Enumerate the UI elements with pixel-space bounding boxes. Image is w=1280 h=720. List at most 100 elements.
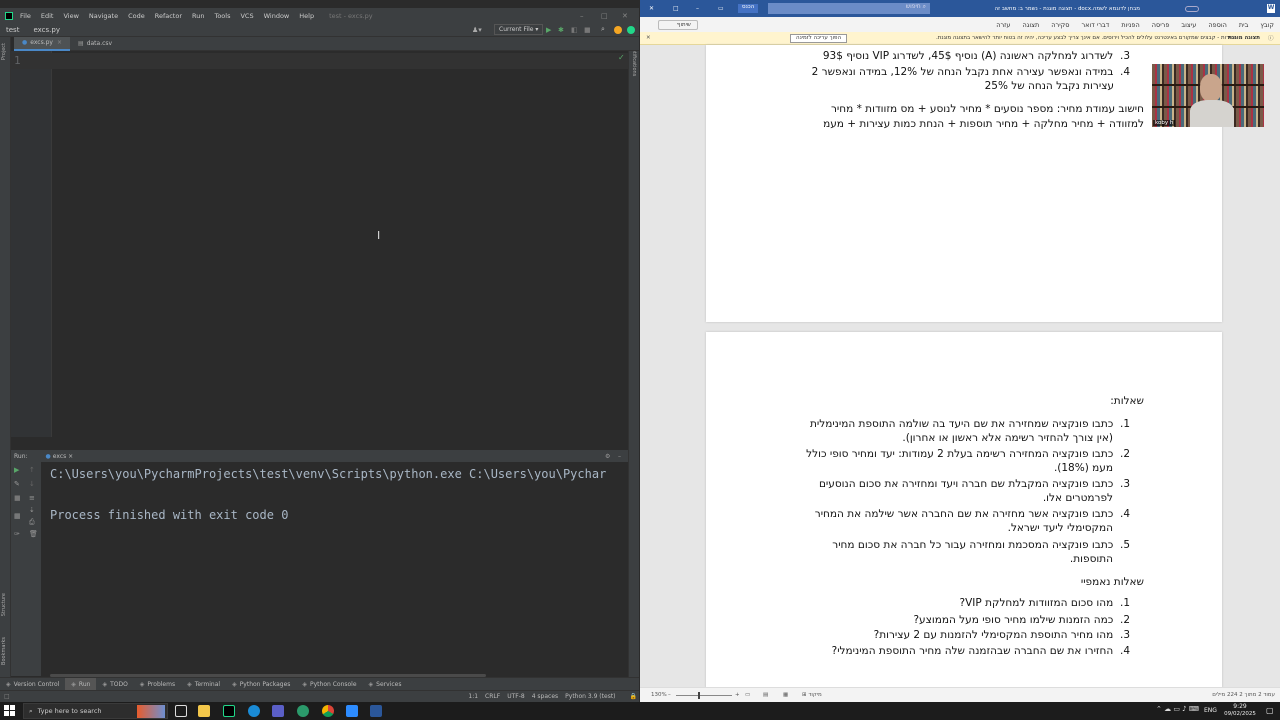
zoom-out-icon[interactable]: – (668, 692, 671, 698)
tool-tab-services[interactable]: ◈ Services (363, 678, 408, 691)
step-up-icon[interactable]: ↑ (29, 466, 35, 474)
lock-icon[interactable]: 🔒 (630, 693, 637, 700)
tool-tab-terminal[interactable]: ◈ Terminal (181, 678, 226, 691)
search-icon[interactable]: ⌕ (601, 25, 605, 34)
structure-tool-tab[interactable]: Structure (1, 593, 7, 616)
run-config-tab[interactable]: ● excs × (46, 453, 74, 460)
menu-file[interactable]: File (17, 12, 34, 20)
ribbon-tab[interactable]: סקירה (1051, 21, 1069, 29)
inspection-ok-icon[interactable]: ✓ (618, 53, 625, 62)
web-layout-icon[interactable]: ▭ (745, 692, 750, 698)
zoom-app-icon[interactable] (346, 705, 358, 717)
ribbon-tab[interactable]: עזרה (996, 21, 1010, 29)
pycharm-taskbar-icon[interactable] (223, 705, 235, 717)
menu-window[interactable]: Window (261, 12, 293, 20)
scroll-end-icon[interactable]: ⇣ (29, 506, 35, 514)
menu-code[interactable]: Code (125, 12, 148, 20)
ribbon-tab[interactable]: הפניות (1121, 21, 1139, 29)
rerun-icon[interactable]: ▶ (14, 466, 19, 474)
updates-icon[interactable] (614, 25, 622, 34)
layout-icon[interactable]: ▦ (14, 512, 21, 520)
system-tray-icons[interactable]: ⌃ ☁ ▭ ♪ ⌨ (1156, 705, 1199, 713)
tool-tab-todo[interactable]: ◈ TODO (96, 678, 133, 691)
status-left-icon[interactable]: □ (4, 693, 10, 700)
print-layout-icon[interactable]: ▤ (763, 692, 768, 698)
tool-tab-run[interactable]: ◈ Run (65, 677, 97, 691)
close-tab-icon[interactable]: × (57, 39, 62, 46)
zoom-slider[interactable] (676, 695, 732, 696)
menu-vcs[interactable]: VCS (237, 12, 256, 20)
status-item[interactable]: CRLF (485, 693, 500, 700)
tool-tab-python-packages[interactable]: ◈ Python Packages (226, 678, 296, 691)
menu-edit[interactable]: Edit (38, 12, 57, 20)
ribbon-tab[interactable]: פריסה (1152, 21, 1170, 29)
menu-run[interactable]: Run (189, 12, 207, 20)
pin-icon[interactable]: ✑ (14, 530, 20, 538)
coverage-icon[interactable]: ◧ (571, 26, 578, 34)
run-config-select[interactable]: Current File ▾ (494, 24, 544, 35)
breadcrumb-project[interactable]: test (6, 26, 19, 34)
tool-tab-python-console[interactable]: ◈ Python Console (296, 678, 362, 691)
ribbon-tab[interactable]: תצוגה (1022, 21, 1039, 29)
word-taskbar-icon[interactable] (370, 705, 382, 717)
menu-navigate[interactable]: Navigate (86, 12, 121, 20)
zoom-thumb[interactable] (698, 692, 700, 699)
edge-icon[interactable] (248, 705, 260, 717)
status-item[interactable]: Python 3.9 (test) (565, 693, 615, 700)
menu-view[interactable]: View (60, 12, 81, 20)
trash-icon[interactable]: 🗑 (29, 530, 38, 538)
notification-center-icon[interactable]: ▢ (1266, 706, 1274, 715)
ribbon-tab[interactable]: הוספה (1208, 21, 1227, 29)
ribbon-options-icon[interactable]: ▭ (718, 5, 724, 12)
menu-help[interactable]: Help (296, 12, 317, 20)
tab-excs[interactable]: ● excs.py × (14, 36, 71, 51)
status-item[interactable]: 1:1 (468, 693, 478, 700)
menu-refactor[interactable]: Refactor (152, 12, 185, 20)
read-mode-icon[interactable]: ▦ (783, 692, 788, 698)
focus-button[interactable]: מיקוד ⊞ (802, 692, 822, 698)
file-explorer-icon[interactable] (198, 705, 210, 717)
print-icon[interactable]: ⎙ (29, 518, 35, 527)
tool-tab-version-control[interactable]: ◈ Version Control (0, 678, 65, 691)
ribbon-tab[interactable]: קובץ (1260, 21, 1274, 29)
close-button[interactable]: ✕ (622, 12, 628, 20)
ribbon-tab[interactable]: עיצוב (1181, 21, 1196, 29)
search-box[interactable]: ⌕ חיפוש (768, 3, 930, 14)
soft-wrap-icon[interactable]: ≡ (29, 494, 35, 502)
tool-tab-problems[interactable]: ◈ Problems (134, 678, 181, 691)
wrench-icon[interactable]: ✎ (14, 480, 20, 488)
clock-time[interactable]: 9:29 (1227, 703, 1253, 710)
task-view-icon[interactable] (175, 705, 187, 717)
user-icon[interactable]: ♟▾ (472, 26, 482, 34)
restore-button[interactable]: □ (673, 5, 679, 12)
status-item[interactable]: 4 spaces (532, 693, 558, 700)
maximize-button[interactable]: □ (601, 12, 608, 20)
enable-editing-button[interactable]: הפוך עריכה לזמינה (790, 34, 848, 43)
zoom-level[interactable]: 130% (651, 692, 667, 698)
signin-button[interactable]: הכנס (738, 4, 759, 13)
bookmarks-tool-tab[interactable]: Bookmarks (1, 637, 7, 665)
project-tool-tab[interactable]: Project (1, 43, 7, 60)
close-button[interactable]: ✕ (649, 5, 654, 12)
share-button[interactable]: שיתוף (658, 20, 698, 30)
teams-icon[interactable] (272, 705, 284, 717)
ribbon-tab[interactable]: דברי דואר (1082, 21, 1110, 29)
breadcrumb-file[interactable]: excs.py (33, 26, 60, 34)
code-editor[interactable] (52, 51, 628, 437)
language-indicator[interactable]: ENG (1204, 707, 1217, 714)
stop-icon[interactable]: ■ (14, 494, 21, 502)
clock-date[interactable]: 09/02/2025 (1222, 711, 1258, 717)
close-bar-icon[interactable]: ✕ (646, 35, 651, 41)
minimize-button[interactable]: – (580, 12, 584, 20)
step-down-icon[interactable]: ↓ (29, 480, 35, 488)
stop-icon[interactable]: ■ (584, 26, 591, 34)
debug-icon[interactable]: ✱ (558, 26, 564, 34)
taskbar-search[interactable]: ⌕ Type here to search (23, 703, 168, 719)
jetbrains-icon[interactable] (627, 25, 635, 34)
autosave-toggle[interactable] (1185, 6, 1199, 12)
windows-start-icon[interactable] (4, 705, 15, 716)
ribbon-tab[interactable]: בית (1239, 21, 1248, 29)
tab-data-csv[interactable]: ▤ data.csv (70, 37, 120, 51)
hide-icon[interactable]: – (618, 453, 621, 460)
run-icon[interactable]: ▶ (546, 26, 551, 34)
